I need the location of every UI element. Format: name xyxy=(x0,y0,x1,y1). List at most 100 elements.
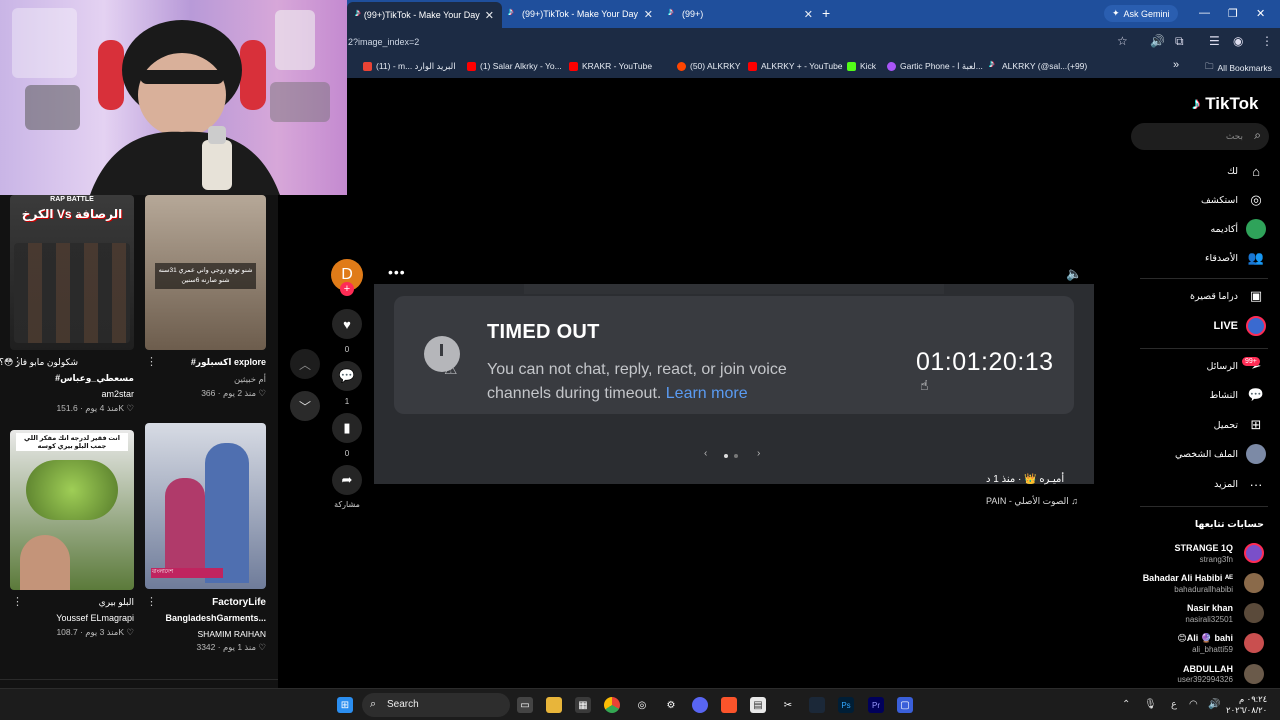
video-caption[interactable]: FactoryLife xyxy=(212,597,266,608)
chrome-icon[interactable] xyxy=(604,697,620,713)
account-name[interactable]: 😊Ali 🔮 bahi xyxy=(1177,633,1233,644)
steam-icon[interactable] xyxy=(809,697,825,713)
video-caption[interactable]: #اكسبلور explore xyxy=(191,357,266,368)
follow-plus-icon[interactable]: + xyxy=(340,282,354,296)
search-icon[interactable]: ⌕ xyxy=(1254,128,1261,143)
video-caption[interactable]: البلو بيري xyxy=(99,597,134,608)
drama-icon[interactable]: ▣ xyxy=(1246,286,1266,306)
activity-icon[interactable]: 💬 xyxy=(1246,385,1266,405)
media-controls-icon[interactable]: ☰ xyxy=(1209,34,1220,48)
obs-icon[interactable]: ◎ xyxy=(634,697,650,713)
extensions-icon[interactable]: ⧉ xyxy=(1175,34,1184,49)
account-name[interactable]: STRANGE 1Q xyxy=(1174,543,1233,553)
settings-icon[interactable]: ⚙ xyxy=(663,697,679,713)
live-icon[interactable] xyxy=(1246,316,1266,336)
bookmark-gmail[interactable]: (11) - m... البريد الوارد xyxy=(363,61,456,72)
all-bookmarks[interactable]: 🗀 All Bookmarks xyxy=(1205,61,1272,75)
kebab-menu-icon[interactable]: ⋮ xyxy=(12,355,23,368)
browser-tab-3[interactable]: (99+) ✕ xyxy=(668,4,813,24)
discord-icon[interactable] xyxy=(692,697,708,713)
new-tab-button[interactable]: + xyxy=(822,5,830,21)
bookmark-kick[interactable]: Kick xyxy=(847,61,876,71)
store-icon[interactable]: ▦ xyxy=(575,697,591,713)
url-field[interactable]: 2?image_index=2 xyxy=(348,37,419,47)
search-input[interactable]: بحث ⌕ xyxy=(1131,123,1269,150)
more-bookmarks-icon[interactable]: » xyxy=(1173,59,1179,71)
more-options-icon[interactable]: ••• xyxy=(388,264,406,280)
nav-more[interactable]: المزيد xyxy=(1214,479,1238,490)
browser-tab-1[interactable]: (99+)TikTok - Make Your Day ✕ xyxy=(347,2,502,28)
account-name[interactable]: Nasir khan xyxy=(1187,603,1233,613)
learn-more-link[interactable]: Learn more xyxy=(666,385,748,402)
star-icon[interactable]: ☆ xyxy=(1117,34,1128,48)
nav-live[interactable]: LIVE xyxy=(1214,320,1238,332)
carousel-prev-icon[interactable]: ‹ xyxy=(704,448,707,459)
carousel-dot[interactable] xyxy=(734,454,738,458)
more-icon[interactable]: ··· xyxy=(1246,474,1266,494)
file-explorer-icon[interactable] xyxy=(546,697,562,713)
share-button[interactable]: ➦ xyxy=(332,465,362,495)
bookmark-gartic[interactable]: Gartic Phone - لعبة ا... xyxy=(887,61,983,72)
photoshop-icon[interactable]: Ps xyxy=(838,697,854,713)
video-thumbnail[interactable]: RAP BATTLE الكرخ Vs الرصافة xyxy=(10,195,134,350)
task-view-icon[interactable]: ▭ xyxy=(517,697,533,713)
taskbar-clock[interactable]: ٠٩:٢٤ م ٢٠٢٦/٠٨/٢٠ xyxy=(1226,694,1267,716)
avatar[interactable] xyxy=(1244,664,1264,684)
bookmark-youtube-alkrky[interactable]: ALKRKY + - YouTube xyxy=(748,61,843,71)
nav-academy[interactable]: أكاديمه xyxy=(1210,224,1238,235)
avatar[interactable] xyxy=(1244,573,1264,593)
video-author[interactable]: SHAMIM RAIHAN xyxy=(198,629,266,639)
video-author[interactable]: أم خبيثين xyxy=(234,374,266,385)
carousel-dot[interactable] xyxy=(724,454,728,458)
bookmark-youtube-salar[interactable]: (1) Salar Alkrky - Yo... xyxy=(467,61,562,71)
close-icon[interactable]: ✕ xyxy=(644,8,653,21)
video-thumbnail[interactable]: شنو توقع زوجي واني عمري 31سنه شنو صارنه … xyxy=(145,195,266,350)
window-close-button[interactable]: ✕ xyxy=(1256,7,1265,20)
kebab-menu-icon[interactable]: ⋮ xyxy=(146,355,157,368)
video-hashtag[interactable]: #مسعطي_وعباس xyxy=(55,373,134,384)
avatar[interactable] xyxy=(1244,603,1264,623)
friends-icon[interactable]: 👥 xyxy=(1246,248,1266,268)
minimize-button[interactable]: — xyxy=(1199,7,1210,19)
avatar[interactable] xyxy=(1244,543,1264,563)
upload-icon[interactable]: ⊞ xyxy=(1246,415,1266,435)
notes-icon[interactable]: ▤ xyxy=(750,697,766,713)
video-author[interactable]: am2star xyxy=(101,389,134,399)
previous-video-button[interactable]: ︿ xyxy=(290,349,320,379)
tiktok-logo[interactable]: ♪ TikTok xyxy=(1192,94,1258,114)
nav-activity[interactable]: النشاط xyxy=(1209,390,1238,401)
nav-explore[interactable]: استكشف xyxy=(1201,195,1238,206)
nav-short-drama[interactable]: دراما قصيرة xyxy=(1190,291,1238,302)
profile-avatar-icon[interactable]: ◉ xyxy=(1233,34,1243,48)
nav-friends[interactable]: الأصدقاء xyxy=(1205,253,1238,264)
comment-button[interactable]: 💬 xyxy=(332,361,362,391)
profile-icon[interactable] xyxy=(1246,444,1266,464)
video-music-line[interactable]: PAIN - الصوت الأصلي ♫ xyxy=(986,496,1078,507)
brave-icon[interactable] xyxy=(721,697,737,713)
home-icon[interactable]: ⌂ xyxy=(1246,161,1266,181)
wifi-icon[interactable]: ◠ xyxy=(1189,699,1198,710)
language-indicator[interactable]: ع xyxy=(1171,699,1177,710)
kebab-menu-icon[interactable]: ⋮ xyxy=(146,595,157,608)
compass-icon[interactable]: ◎ xyxy=(1246,190,1266,210)
save-button[interactable]: ▮ xyxy=(332,413,362,443)
close-icon[interactable]: ✕ xyxy=(804,8,813,21)
volume-icon[interactable]: 🔈 xyxy=(1066,266,1082,282)
video-author-line[interactable]: أميـره 👑 · منذ 1 د xyxy=(986,474,1064,485)
taskbar-search[interactable]: ⌕ Search xyxy=(362,693,510,717)
account-name[interactable]: Bahadar Ali Habibi ᴬᴱ xyxy=(1143,573,1233,583)
browser-menu-icon[interactable]: ⋮ xyxy=(1261,34,1273,48)
microphone-icon[interactable]: 🎙 xyxy=(1144,699,1157,710)
audio-icon[interactable]: 🔊 xyxy=(1150,34,1165,48)
kebab-menu-icon[interactable]: ⋮ xyxy=(12,595,23,608)
avatar[interactable] xyxy=(1244,633,1264,653)
nav-messages[interactable]: الرسائل xyxy=(1207,361,1238,372)
bookmark-youtube-krakr[interactable]: KRAKR - YouTube xyxy=(569,61,652,71)
video-thumbnail[interactable]: انت فقير لدرجه انك مفكر اللي جمب البلو ب… xyxy=(10,430,134,590)
bookmark-tiktok[interactable]: ALKRKY (@sal...(+99) xyxy=(989,58,1087,71)
premiere-icon[interactable]: Pr xyxy=(868,697,884,713)
nav-upload[interactable]: تحميل xyxy=(1214,420,1238,431)
browser-tab-2[interactable]: (99+)TikTok - Make Your Day ✕ xyxy=(508,4,653,24)
carousel-next-icon[interactable]: › xyxy=(757,448,760,459)
tray-overflow-icon[interactable]: ⌃ xyxy=(1122,699,1130,710)
